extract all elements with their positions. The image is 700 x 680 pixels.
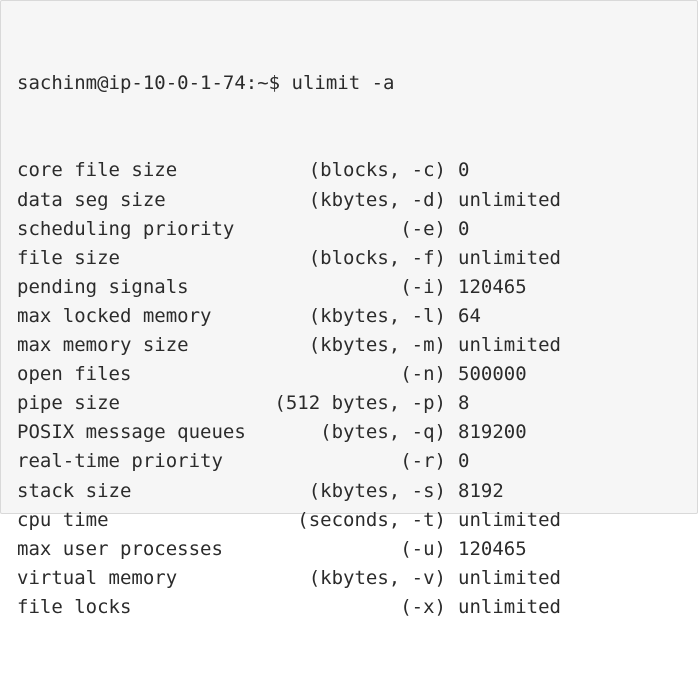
limit-unit-flag: (-r) [400,450,446,473]
ulimit-row: max locked memory (kbytes, -l) 64 [17,302,561,331]
limit-name: stack size [17,479,132,502]
limit-name: max locked memory [17,304,212,327]
limit-name: open files [17,363,132,386]
ulimit-row: open files (-n) 500000 [17,360,561,389]
limit-name: file size [17,246,120,269]
limit-value: 0 [458,450,470,473]
limit-value: unlimited [458,188,561,211]
limit-value: 64 [458,304,481,327]
limit-name: max user processes [17,537,223,560]
limit-name: virtual memory [17,566,178,589]
limit-unit-flag: (bytes, -q) [320,421,446,444]
limit-unit-flag: (seconds, -t) [297,508,446,531]
limit-unit-flag: (-x) [400,595,446,618]
limit-name: file locks [17,595,132,618]
limit-value: 819200 [458,421,527,444]
limit-name: POSIX message queues [17,421,246,444]
limit-value: unlimited [458,508,561,531]
ulimit-row: scheduling priority (-e) 0 [17,215,561,244]
limit-name: pipe size [17,392,120,415]
ulimit-row: data seg size (kbytes, -d) unlimited [17,186,561,215]
limit-value: unlimited [458,595,561,618]
limit-name: data seg size [17,188,166,211]
ulimit-row: file size (blocks, -f) unlimited [17,244,561,273]
ulimit-output-list: core file size (blocks, -c) 0 data seg size… [17,156,561,622]
ulimit-row: file locks (-x) unlimited [17,593,561,622]
limit-value: unlimited [458,246,561,269]
ulimit-row: real-time priority (-r) 0 [17,447,561,476]
ulimit-row: core file size (blocks, -c) 0 [17,156,561,185]
ulimit-row: POSIX message queues (bytes, -q) 819200 [17,418,561,447]
limit-value: 0 [458,159,470,182]
limit-unit-flag: (kbytes, -l) [308,304,446,327]
limit-name: real-time priority [17,450,223,473]
terminal-output-panel: sachinm@ip-10-0-1-74:~$ ulimit -a core f… [0,0,698,618]
limit-unit-flag: (-u) [400,537,446,560]
limit-value: unlimited [458,334,561,357]
limit-name: pending signals [17,275,189,298]
limit-value: 500000 [458,363,527,386]
ulimit-row: pipe size (512 bytes, -p) 8 [17,389,561,418]
limit-value: 8 [458,392,470,415]
limit-unit-flag: (kbytes, -m) [308,334,446,357]
limit-unit-flag: (blocks, -c) [308,159,446,182]
limit-unit-flag: (512 bytes, -p) [274,392,446,415]
limit-unit-flag: (kbytes, -s) [308,479,446,502]
ulimit-row: virtual memory (kbytes, -v) unlimited [17,564,561,593]
ulimit-row: cpu time (seconds, -t) unlimited [17,506,561,535]
ulimit-row: max memory size (kbytes, -m) unlimited [17,331,561,360]
limit-unit-flag: (-n) [400,363,446,386]
ulimit-row: stack size (kbytes, -s) 8192 [17,477,561,506]
command-prompt-line: sachinm@ip-10-0-1-74:~$ ulimit -a [17,72,395,95]
ulimit-row: pending signals (-i) 120465 [17,273,561,302]
limit-name: scheduling priority [17,217,235,240]
limit-name: max memory size [17,334,189,357]
limit-unit-flag: (-e) [400,217,446,240]
limit-value: 120465 [458,537,527,560]
limit-unit-flag: (-i) [400,275,446,298]
limit-value: 0 [458,217,470,240]
terminal-screen: sachinm@ip-10-0-1-74:~$ ulimit -a core f… [17,11,561,680]
limit-value: 120465 [458,275,527,298]
limit-name: core file size [17,159,178,182]
limit-unit-flag: (kbytes, -v) [308,566,446,589]
ulimit-row: max user processes (-u) 120465 [17,535,561,564]
limit-value: unlimited [458,566,561,589]
limit-name: cpu time [17,508,109,531]
limit-unit-flag: (kbytes, -d) [308,188,446,211]
limit-value: 8192 [458,479,504,502]
limit-unit-flag: (blocks, -f) [308,246,446,269]
